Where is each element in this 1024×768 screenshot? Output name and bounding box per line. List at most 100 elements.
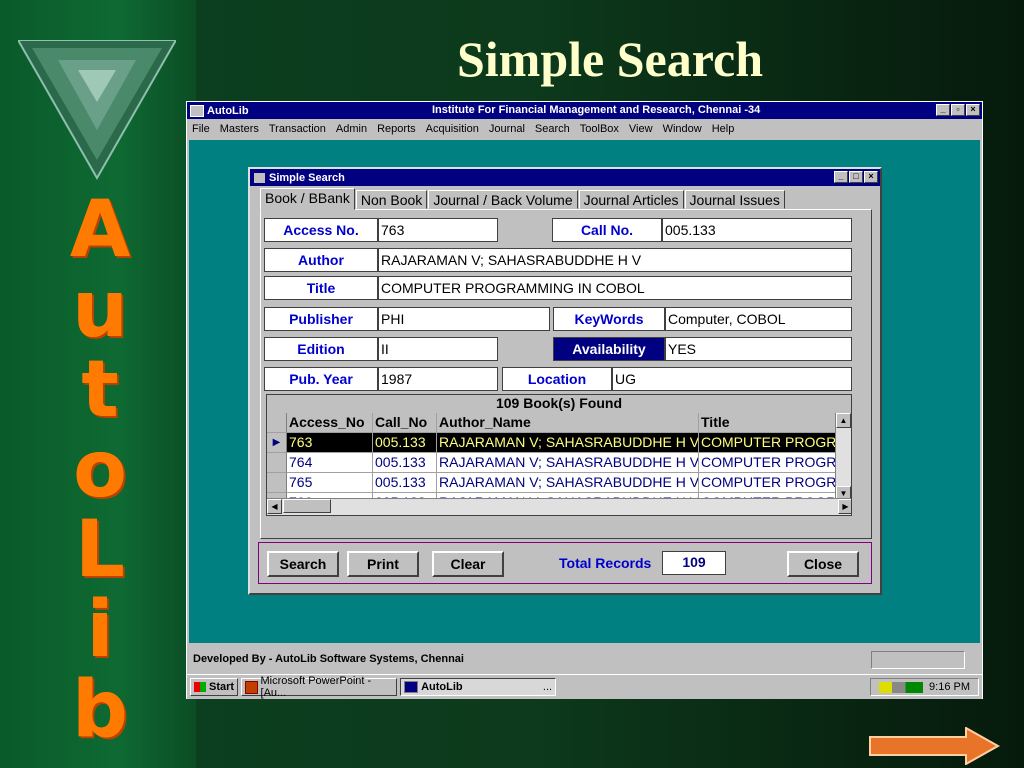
scroll-left-icon[interactable]: ◀ <box>267 499 282 514</box>
institute-name: Institute For Financial Management and R… <box>432 104 761 116</box>
taskbar-item-label: Microsoft PowerPoint - [Au... <box>260 675 372 699</box>
clock[interactable]: 9:16 PM <box>929 681 970 693</box>
dialog-title-bar[interactable]: Simple Search _ □ × <box>250 169 880 186</box>
pub-year-field[interactable]: 1987 <box>378 367 498 391</box>
side-letter: L <box>75 505 125 595</box>
start-button[interactable]: Start <box>190 678 239 696</box>
keywords-field[interactable]: Computer, COBOL <box>665 307 852 331</box>
menu-toolbox[interactable]: ToolBox <box>580 123 619 135</box>
maximize-icon[interactable]: □ <box>849 171 863 183</box>
dialog-title: Simple Search <box>269 171 345 184</box>
menu-transaction[interactable]: Transaction <box>269 123 326 135</box>
tab-journal-issues[interactable]: Journal Issues <box>684 190 785 209</box>
menu-search[interactable]: Search <box>535 123 570 135</box>
taskbar-ellipsis: ... <box>542 681 553 693</box>
menu-reports[interactable]: Reports <box>377 123 416 135</box>
call-no-label: Call No. <box>552 218 662 242</box>
side-letter: i <box>86 585 114 675</box>
close-icon[interactable]: × <box>864 171 878 183</box>
side-letter: u <box>72 265 128 355</box>
side-letter: A <box>69 185 131 275</box>
results-grid: 109 Book(s) Found Access_No Call_No Auth… <box>266 394 852 516</box>
windows-logo-icon <box>194 682 206 692</box>
total-records-value: 109 <box>662 551 726 575</box>
button-bar: Search Print Clear Total Records 109 Clo… <box>258 542 872 584</box>
publisher-label: Publisher <box>264 307 378 331</box>
start-label: Start <box>209 681 235 693</box>
col-title[interactable]: Title <box>699 413 837 433</box>
row-indicator <box>267 473 287 493</box>
col-author-name[interactable]: Author_Name <box>437 413 699 433</box>
menu-masters[interactable]: Masters <box>220 123 259 135</box>
side-letters: A u t o L i b <box>20 190 180 750</box>
availability-field[interactable]: YES <box>665 337 852 361</box>
restore-icon[interactable]: ▫ <box>951 104 965 116</box>
scroll-right-icon[interactable]: ▶ <box>838 499 851 514</box>
side-letter: o <box>73 425 127 515</box>
print-button[interactable]: Print <box>347 551 419 577</box>
vertical-scrollbar[interactable]: ▲ ▼ <box>835 413 851 501</box>
access-no-field[interactable]: 763 <box>378 218 498 242</box>
status-bar: Developed By - AutoLib Software Systems,… <box>189 649 980 669</box>
powerpoint-icon <box>245 680 258 694</box>
horizontal-scrollbar[interactable]: ◀ ▶ <box>267 498 851 515</box>
menu-acquisition[interactable]: Acquisition <box>426 123 479 135</box>
keywords-label: KeyWords <box>553 307 665 331</box>
tab-journal-articles[interactable]: Journal Articles <box>578 190 684 209</box>
pub-year-label: Pub. Year <box>264 367 378 391</box>
total-records-label: Total Records <box>559 555 652 571</box>
clear-button[interactable]: Clear <box>432 551 504 577</box>
title-label: Title <box>264 276 378 300</box>
col-call-no[interactable]: Call_No <box>373 413 437 433</box>
app-title-bar[interactable]: AutoLib Institute For Financial Manageme… <box>187 102 982 119</box>
cell-author: RAJARAMAN V; SAHASRABUDDHE H V <box>437 433 699 453</box>
cell-title: COMPUTER PROGR <box>699 433 837 453</box>
taskbar-powerpoint[interactable]: Microsoft PowerPoint - [Au... <box>241 675 398 699</box>
slide-title: Simple Search <box>456 31 764 87</box>
publisher-field[interactable]: PHI <box>378 307 550 331</box>
next-arrow-icon[interactable] <box>868 727 1002 765</box>
location-field[interactable]: UG <box>612 367 852 391</box>
menu-bar: File Masters Transaction Admin Reports A… <box>187 119 982 138</box>
cell-call: 005.133 <box>373 473 437 493</box>
tab-journal-back-volume[interactable]: Journal / Back Volume <box>428 190 578 209</box>
results-caption: 109 Book(s) Found <box>267 395 851 414</box>
minimize-icon[interactable]: _ <box>834 171 848 183</box>
menu-admin[interactable]: Admin <box>336 123 367 135</box>
edition-field[interactable]: II <box>378 337 498 361</box>
close-icon[interactable]: × <box>966 104 980 116</box>
table-row[interactable]: 764 005.133 RAJARAMAN V; SAHASRABUDDHE H… <box>267 453 837 473</box>
access-no-label: Access No. <box>264 218 378 242</box>
menu-journal[interactable]: Journal <box>489 123 525 135</box>
scroll-up-icon[interactable]: ▲ <box>836 413 851 428</box>
menu-window[interactable]: Window <box>663 123 702 135</box>
cell-title: COMPUTER PROGR <box>699 453 837 473</box>
menu-file[interactable]: File <box>192 123 210 135</box>
scroll-thumb[interactable] <box>283 499 331 513</box>
table-row[interactable]: 765 005.133 RAJARAMAN V; SAHASRABUDDHE H… <box>267 473 837 493</box>
tray-icons <box>879 681 924 693</box>
table-row[interactable]: ▶ 763 005.133 RAJARAMAN V; SAHASRABUDDHE… <box>267 433 837 453</box>
author-field[interactable]: RAJARAMAN V; SAHASRABUDDHE H V <box>378 248 852 272</box>
menu-view[interactable]: View <box>629 123 653 135</box>
minimize-icon[interactable]: _ <box>936 104 950 116</box>
app-icon <box>190 104 204 117</box>
current-row-arrow-icon: ▶ <box>267 433 287 453</box>
cell-title: COMPUTER PROGR <box>699 473 837 493</box>
menu-help[interactable]: Help <box>712 123 735 135</box>
tab-book-bbank[interactable]: Book / BBank <box>260 188 355 210</box>
close-button[interactable]: Close <box>787 551 859 577</box>
side-letter: b <box>72 665 128 755</box>
simple-search-dialog: Simple Search _ □ × Book / BBank Non Boo… <box>248 167 882 595</box>
location-label: Location <box>502 367 612 391</box>
cell-author: RAJARAMAN V; SAHASRABUDDHE H V <box>437 473 699 493</box>
search-button[interactable]: Search <box>267 551 339 577</box>
cell-call: 005.133 <box>373 433 437 453</box>
col-access-no[interactable]: Access_No <box>287 413 373 433</box>
call-no-field[interactable]: 005.133 <box>662 218 852 242</box>
status-text: Developed By - AutoLib Software Systems,… <box>193 653 464 665</box>
title-field[interactable]: COMPUTER PROGRAMMING IN COBOL <box>378 276 852 300</box>
grid-header-row: Access_No Call_No Author_Name Title <box>267 413 837 433</box>
taskbar-autolib[interactable]: AutoLib ... <box>400 678 557 696</box>
tab-non-book[interactable]: Non Book <box>355 190 428 209</box>
